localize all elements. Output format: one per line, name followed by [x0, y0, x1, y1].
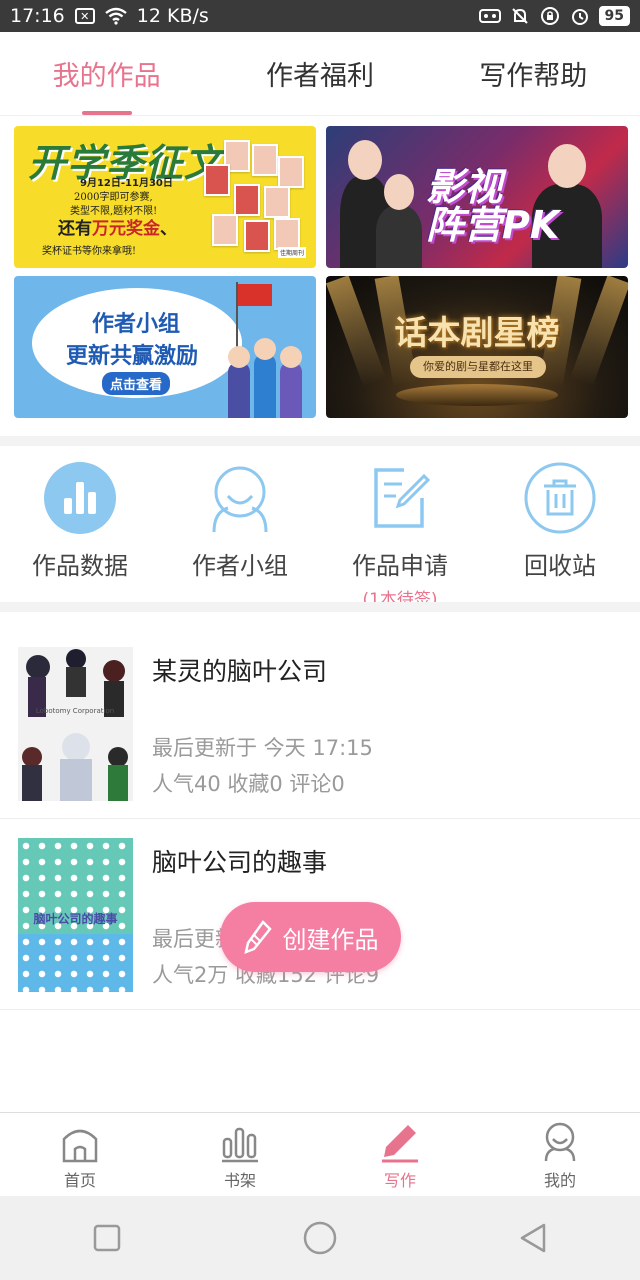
circle-icon: [303, 1221, 337, 1255]
system-nav-bar: [0, 1196, 640, 1280]
function-row: 作品数据 作者小组 作品申请 (1本待签) 回收站: [0, 446, 640, 610]
home-system-button[interactable]: [213, 1196, 426, 1280]
cover-text: Lobotomy Corporation: [35, 707, 115, 715]
function-label: 作者小组: [192, 552, 288, 580]
works-data-button[interactable]: 作品数据: [0, 446, 160, 602]
nav-label: 我的: [543, 1171, 576, 1190]
recent-apps-button[interactable]: [0, 1196, 213, 1280]
work-title: 脑叶公司的趣事: [152, 848, 328, 877]
nav-label: 首页: [63, 1171, 96, 1190]
top-tabs: 我的作品 作者福利 写作帮助: [0, 32, 640, 116]
tab-author-benefits[interactable]: 作者福利: [213, 32, 426, 115]
author-group-button[interactable]: 作者小组: [160, 446, 320, 602]
network-speed: 12 KB/s: [136, 5, 209, 27]
banner-tag: 佳期周刊: [277, 247, 306, 258]
back-button[interactable]: [427, 1196, 640, 1280]
create-work-label: 创建作品: [282, 925, 379, 954]
banner-text: 2000字即可参赛,: [74, 192, 153, 203]
banner-title: 话本剧星榜: [394, 313, 560, 352]
nav-label: 书架: [223, 1171, 256, 1190]
banner-film-camp-pk[interactable]: 影视 阵营PK: [326, 126, 628, 268]
banner-view-button[interactable]: 点击查看: [102, 372, 171, 395]
wifi-icon: [105, 6, 127, 26]
trash-icon: [524, 462, 596, 534]
lock-icon: [539, 6, 561, 26]
banner-highlight: 还有万元奖金、: [58, 219, 177, 239]
status-bar: 17:16 ✕ 12 KB/s 95: [0, 0, 640, 32]
banner-subtitle: 你爱的剧与星都在这里: [410, 356, 546, 378]
battery-indicator: 95: [598, 6, 630, 26]
profile-icon: [540, 1121, 580, 1163]
bell-off-icon: [509, 6, 531, 26]
sim-x-icon: ✕: [74, 8, 95, 24]
work-cover: 脑叶公司的趣事: [18, 838, 133, 992]
cover-text: 脑叶公司的趣事: [33, 912, 118, 926]
edit-document-icon: [364, 462, 436, 534]
alarm-icon: [569, 6, 591, 26]
function-label: 作品申请: [352, 552, 448, 580]
banner-text: 奖杯证书等你来拿哦!: [42, 246, 137, 257]
section-divider: [0, 436, 640, 446]
banner-back-to-school-contest[interactable]: 开学季征文 9月12日-11月30日 2000字即可参赛, 类型不限,题材不限!…: [14, 126, 316, 268]
pen-icon: [380, 1121, 420, 1163]
back-triangle-icon: [521, 1223, 546, 1253]
work-cover: Lobotomy Corporation: [18, 647, 133, 801]
works-application-button[interactable]: 作品申请 (1本待签): [320, 446, 480, 610]
vr-icon: [478, 6, 501, 26]
pencil-icon: [243, 919, 273, 955]
work-updated: 最后更新于 今天 17:15: [152, 736, 373, 760]
nav-label: 写作: [383, 1171, 416, 1190]
bookshelf-icon: [220, 1121, 260, 1163]
nav-home[interactable]: 首页: [0, 1113, 160, 1196]
banner-title: 影视 阵营PK: [426, 165, 560, 247]
bottom-nav: 首页 书架 写作 我的: [0, 1112, 640, 1196]
banner-grid: 开学季征文 9月12日-11月30日 2000字即可参赛, 类型不限,题材不限!…: [14, 126, 628, 418]
square-icon: [93, 1224, 120, 1252]
home-icon: [60, 1121, 100, 1163]
tab-writing-help[interactable]: 写作帮助: [427, 32, 640, 115]
function-label: 作品数据: [32, 552, 128, 580]
nav-profile[interactable]: 我的: [480, 1113, 640, 1196]
status-time: 17:16: [10, 5, 65, 27]
work-title: 某灵的脑叶公司: [152, 657, 328, 686]
group-avatar-icon: [204, 462, 276, 534]
stage-graphic: [396, 384, 558, 406]
banner-date: 9月12日-11月30日: [80, 178, 173, 189]
function-label: 回收站: [524, 552, 596, 580]
banner-title: 作者小组: [92, 312, 181, 337]
section-divider: [0, 602, 640, 612]
banner-subtitle: 更新共赢激励: [66, 344, 199, 369]
work-item[interactable]: Lobotomy Corporation 某灵的脑叶公司 最后更新于 今天 17…: [0, 628, 640, 819]
tab-my-works[interactable]: 我的作品: [0, 32, 213, 115]
banner-drama-star-ranking[interactable]: 话本剧星榜 你爱的剧与星都在这里: [326, 276, 628, 418]
photo-collage: [204, 140, 304, 260]
work-stats: 人气40 收藏0 评论0: [152, 772, 345, 796]
chart-bars-icon: [44, 462, 116, 534]
nav-bookshelf[interactable]: 书架: [160, 1113, 320, 1196]
banner-author-group-incentive[interactable]: 作者小组 更新共赢激励 点击查看: [14, 276, 316, 418]
create-work-button[interactable]: 创建作品: [220, 902, 401, 972]
recycle-bin-button[interactable]: 回收站: [480, 446, 640, 602]
nav-write[interactable]: 写作: [320, 1113, 480, 1196]
